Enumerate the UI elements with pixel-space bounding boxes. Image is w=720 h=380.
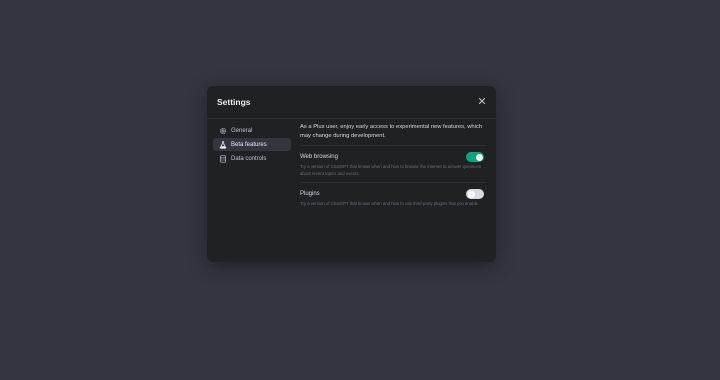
sidebar-item-data-controls[interactable]: Data controls — [213, 152, 291, 165]
plugins-toggle[interactable] — [466, 189, 484, 199]
close-button[interactable] — [477, 96, 487, 106]
feature-name: Plugins — [300, 191, 320, 197]
gear-icon — [219, 127, 227, 135]
toggle-knob — [475, 153, 483, 161]
database-icon — [219, 154, 227, 163]
dialog-title: Settings — [217, 97, 251, 107]
flask-icon — [219, 140, 227, 149]
beta-features-panel: As a Plus user, enjoy early access to ex… — [300, 123, 487, 213]
feature-description: Try a version of ChatGPT that knows when… — [300, 164, 482, 176]
sidebar-item-general[interactable]: General — [213, 124, 291, 137]
feature-web-browsing: Web browsing Try a version of ChatGPT th… — [300, 146, 487, 183]
sidebar-item-label: Beta features — [231, 141, 267, 148]
beta-intro-text: As a Plus user, enjoy early access to ex… — [300, 123, 487, 146]
settings-sidebar: General Beta features Data controls — [213, 124, 291, 166]
sidebar-item-label: Data controls — [231, 155, 267, 162]
dialog-header: Settings — [207, 86, 496, 119]
feature-name: Web browsing — [300, 154, 338, 160]
sidebar-item-label: General — [231, 127, 253, 134]
feature-description: Try a version of ChatGPT that knows when… — [300, 201, 480, 206]
sidebar-item-beta-features[interactable]: Beta features — [213, 138, 291, 151]
settings-dialog: Settings General Beta features Data cont… — [207, 86, 496, 262]
close-icon — [477, 96, 487, 106]
web-browsing-toggle[interactable] — [466, 152, 484, 162]
toggle-knob — [467, 190, 475, 198]
feature-plugins: Plugins Try a version of ChatGPT that kn… — [300, 183, 487, 213]
